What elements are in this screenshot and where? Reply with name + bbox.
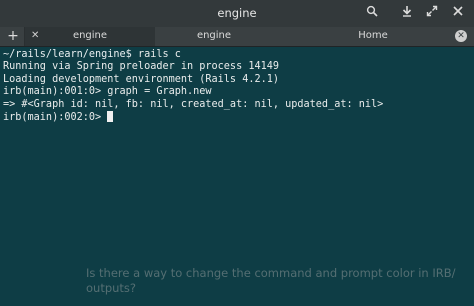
tab-home[interactable]: Home ✕	[273, 27, 473, 46]
irb-prompt: irb(main):002:0>	[3, 111, 108, 123]
terminal-line: irb(main):001:0> graph = Graph.new	[3, 86, 212, 98]
expand-icon[interactable]	[422, 4, 442, 24]
overlay-question-text: Is there a way to change the command and…	[86, 266, 456, 295]
prompt-command: rails c	[131, 49, 181, 60]
terminal-line: ~/rails/learn/engine$ rails c	[3, 49, 474, 61]
close-icon[interactable]	[448, 4, 468, 24]
new-tab-button[interactable]: +	[2, 27, 25, 46]
tab-label: Home	[358, 30, 388, 41]
terminal-line: Running via Spring preloader in process …	[3, 61, 280, 73]
prompt-path: ~/rails/learn/engine$	[3, 49, 132, 60]
terminal-line: irb(main):002:0>	[3, 110, 474, 123]
tab-bar: + ✕ engine engine Home ✕	[0, 27, 474, 47]
close-tab-icon[interactable]: ✕	[31, 27, 39, 45]
close-tab-icon[interactable]: ✕	[455, 30, 467, 42]
download-icon[interactable]	[397, 4, 417, 24]
plus-icon: +	[7, 28, 19, 44]
tab-label: engine	[196, 30, 232, 41]
tab-engine[interactable]: engine	[156, 27, 272, 46]
tab-label: engine	[72, 30, 108, 41]
terminal-cursor	[107, 110, 114, 122]
tab-engine-active[interactable]: ✕ engine	[25, 27, 155, 46]
search-icon[interactable]	[362, 4, 382, 24]
terminal-line: Loading development environment (Rails 4…	[3, 73, 280, 85]
terminal-line: => #<Graph id: nil, fb: nil, created_at:…	[3, 98, 384, 110]
window-titlebar: engine	[0, 0, 474, 28]
